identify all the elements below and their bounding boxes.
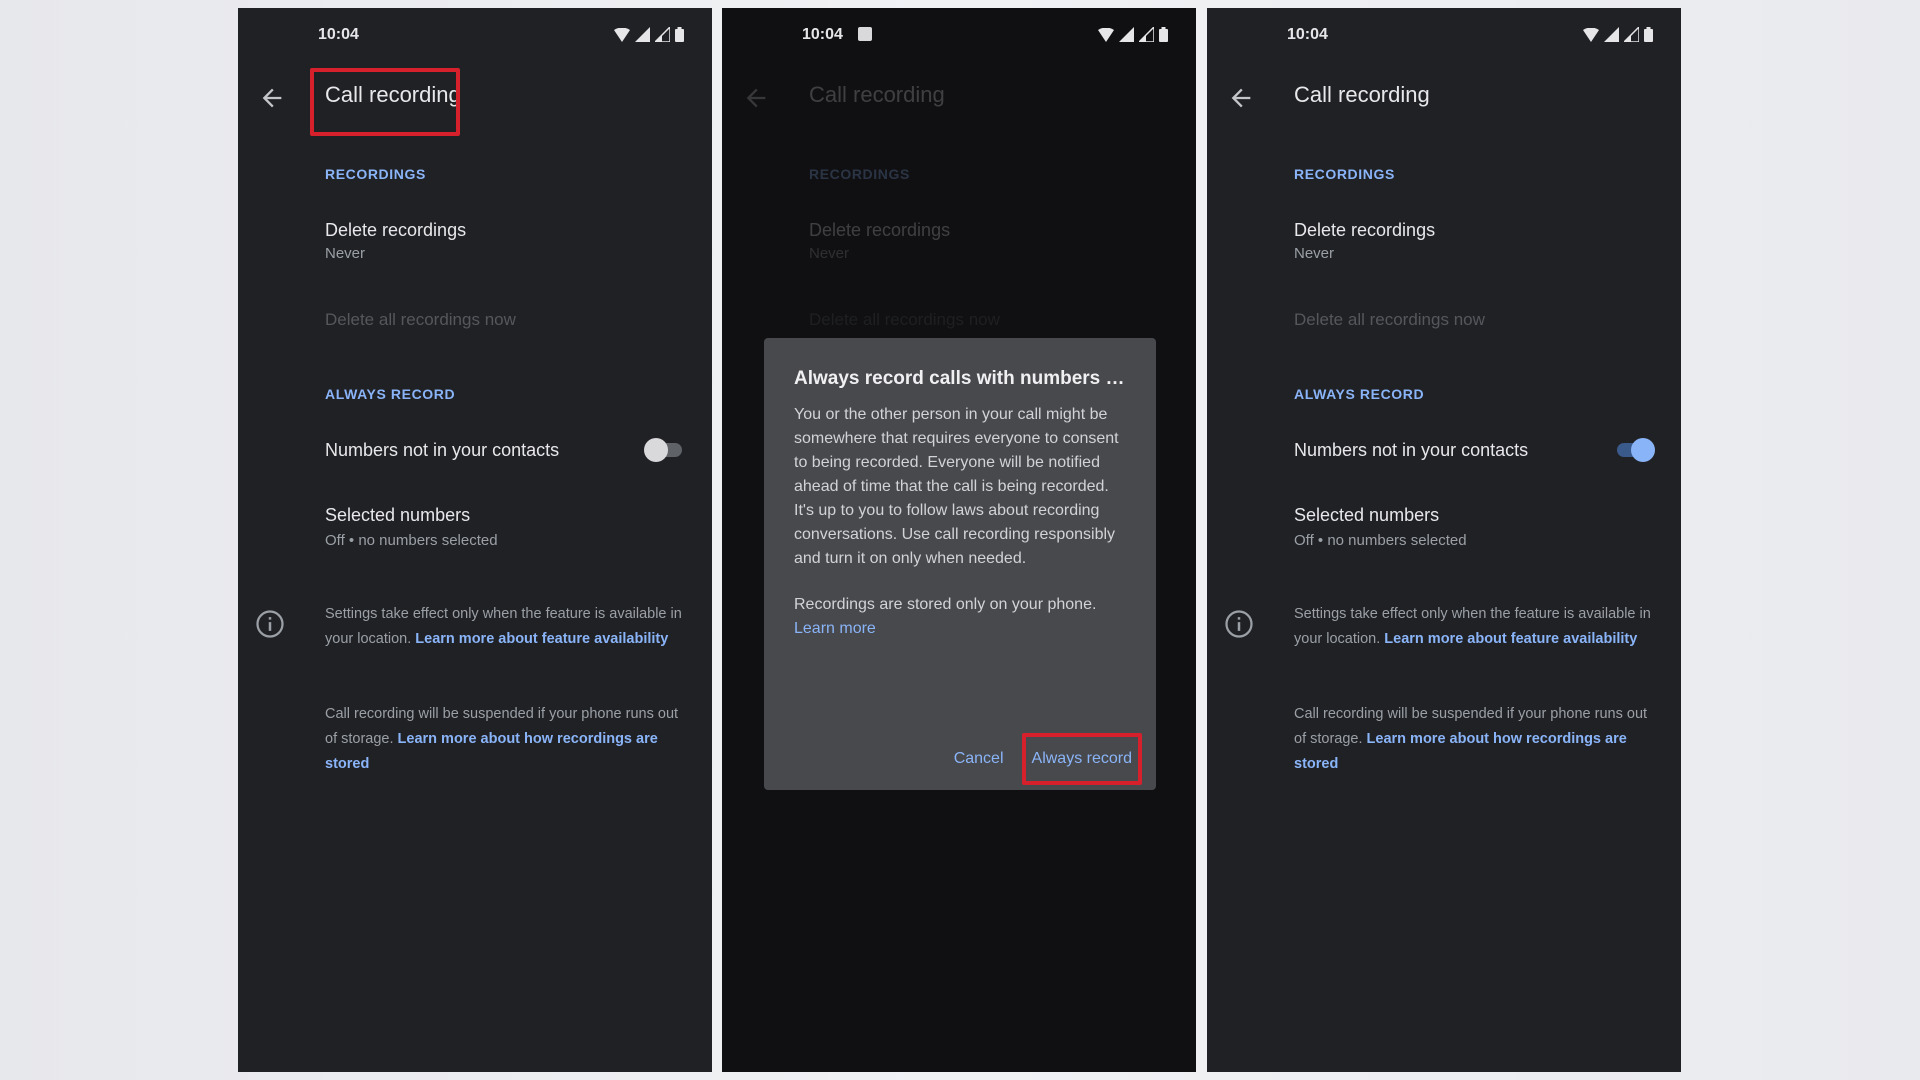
- storage-note: Call recording will be suspended if your…: [1294, 702, 1654, 777]
- status-icons: [614, 27, 684, 42]
- wifi-icon: [1098, 27, 1114, 42]
- item-title: Selected numbers: [1294, 505, 1440, 525]
- notification-icon: [858, 27, 872, 41]
- signal-weak-icon: [1624, 27, 1639, 42]
- wifi-icon: [1583, 27, 1599, 42]
- battery-icon: [1159, 27, 1168, 42]
- status-bar: 10:04: [238, 8, 712, 62]
- delete-all-recordings-item: Delete all recordings now: [1294, 310, 1485, 329]
- signal-weak-icon: [655, 27, 670, 42]
- storage-text: Recordings are stored only on your phone…: [794, 596, 1097, 613]
- signal-weak-icon: [1139, 27, 1154, 42]
- phone-screen-3: 10:04 Call recording RECORDINGS Delete r…: [1207, 8, 1681, 1072]
- always-record-button[interactable]: Always record: [1021, 733, 1142, 785]
- battery-icon: [1644, 27, 1653, 42]
- item-title: Delete recordings: [809, 220, 951, 240]
- item-title: Delete recordings: [1294, 220, 1436, 240]
- status-icons: [1583, 27, 1653, 42]
- feature-availability-note: Settings take effect only when the featu…: [325, 602, 685, 652]
- highlight-box: [1021, 733, 1142, 785]
- phone-screen-2: 10:04 Call recording RECORDINGS Delete r…: [722, 8, 1196, 1072]
- dialog-body: You or the other person in your call mig…: [794, 406, 1119, 567]
- feature-availability-link[interactable]: Learn more about feature availability: [415, 631, 668, 647]
- page-title: Call recording: [1294, 82, 1430, 107]
- section-header-recordings: RECORDINGS: [809, 166, 910, 182]
- section-header-always-record: ALWAYS RECORD: [1294, 386, 1425, 402]
- phone-screen-1: 10:04 Call recording RECORDINGS Delete r…: [238, 8, 712, 1072]
- status-time: 10:04: [318, 26, 359, 43]
- always-record-dialog: Always record calls with numbers that ar…: [764, 338, 1156, 790]
- signal-icon: [635, 27, 650, 42]
- numbers-not-in-contacts-toggle[interactable]: [644, 436, 684, 462]
- status-bar: 10:04: [1207, 8, 1681, 62]
- toggle-thumb: [1631, 438, 1655, 462]
- section-header-always-record: ALWAYS RECORD: [325, 386, 456, 402]
- learn-more-link[interactable]: Learn more: [794, 620, 876, 637]
- wifi-icon: [614, 27, 630, 42]
- dialog-storage-text: Recordings are stored only on your phone…: [794, 593, 1126, 641]
- page-title: Call recording: [809, 82, 945, 107]
- info-icon: [256, 610, 284, 638]
- item-title: Selected numbers: [325, 505, 471, 525]
- battery-icon: [675, 27, 684, 42]
- item-subtitle: Off • no numbers selected: [1294, 532, 1467, 549]
- status-icons: [1098, 27, 1168, 42]
- signal-icon: [1119, 27, 1134, 42]
- info-icon: [1225, 610, 1253, 638]
- delete-all-recordings-item: Delete all recordings now: [809, 310, 1000, 329]
- back-arrow-icon[interactable]: [258, 84, 286, 112]
- dialog-title: Always record calls with numbers that ar…: [794, 368, 1126, 389]
- feature-availability-note: Settings take effect only when the featu…: [1294, 602, 1654, 652]
- item-subtitle: Never: [809, 245, 850, 262]
- back-arrow-icon[interactable]: [1227, 84, 1255, 112]
- back-arrow-icon: [746, 88, 766, 108]
- item-subtitle: Off • no numbers selected: [325, 532, 498, 549]
- section-header-recordings: RECORDINGS: [1294, 166, 1395, 182]
- cancel-button[interactable]: Cancel: [954, 750, 1004, 768]
- dialog-actions: Cancel Always record: [954, 733, 1142, 785]
- item-title: Delete recordings: [325, 220, 467, 240]
- item-title: Numbers not in your contacts: [325, 440, 560, 460]
- highlight-box: [310, 68, 460, 136]
- signal-icon: [1604, 27, 1619, 42]
- app-bar: Call recording: [722, 62, 1196, 132]
- toggle-thumb: [644, 438, 668, 462]
- item-subtitle: Never: [1294, 245, 1335, 262]
- status-time: 10:04: [1287, 26, 1328, 43]
- status-time: 10:04: [802, 26, 843, 43]
- item-subtitle: Never: [325, 245, 366, 262]
- app-bar: Call recording: [238, 62, 712, 136]
- storage-note: Call recording will be suspended if your…: [325, 702, 685, 777]
- item-title: Numbers not in your contacts: [1294, 440, 1529, 460]
- section-header-recordings: RECORDINGS: [325, 166, 426, 182]
- app-bar: Call recording: [1207, 62, 1681, 132]
- feature-availability-link[interactable]: Learn more about feature availability: [1384, 631, 1637, 647]
- numbers-not-in-contacts-toggle[interactable]: [1613, 436, 1655, 462]
- status-bar: 10:04: [722, 8, 1196, 62]
- delete-all-recordings-item: Delete all recordings now: [325, 310, 516, 329]
